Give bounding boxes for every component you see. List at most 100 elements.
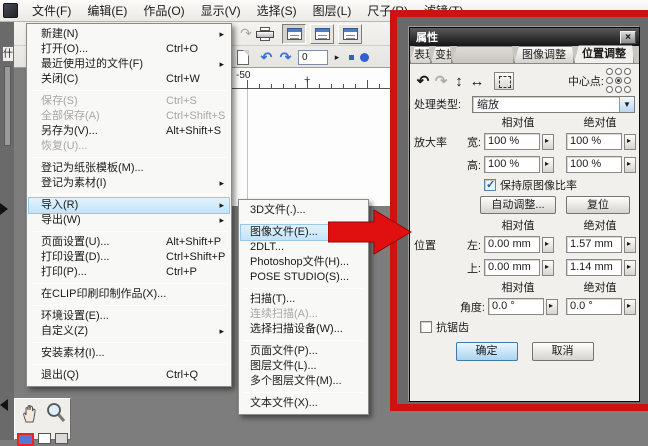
position-left-relative-input[interactable]: 0.00 mm bbox=[484, 236, 540, 253]
menu-item[interactable]: 恢复(U)... bbox=[29, 139, 229, 154]
center-point-radio[interactable] bbox=[615, 85, 622, 93]
center-point-radio[interactable] bbox=[624, 76, 631, 84]
menubar-item-file[interactable]: 文件(F) bbox=[24, 0, 79, 22]
redo-icon[interactable]: ↷ bbox=[236, 25, 256, 42]
auto-adjust-button[interactable]: 自动调整... bbox=[480, 196, 556, 214]
submenu-item[interactable]: 选择扫描设备(W)... bbox=[241, 322, 366, 337]
redo-blue-icon[interactable]: ↷ bbox=[276, 49, 295, 66]
canvas-area[interactable]: -50 + bbox=[228, 68, 392, 206]
center-point-radio[interactable] bbox=[624, 67, 631, 75]
menu-item[interactable]: 打开(O)... Ctrl+O bbox=[29, 42, 229, 57]
tab-image-adjust[interactable]: 图像调整 bbox=[514, 46, 574, 63]
antialias-checkbox[interactable] bbox=[420, 320, 432, 333]
submenu-item[interactable]: Photoshop文件(H)... bbox=[241, 255, 366, 270]
rotate-ccw-icon[interactable]: ↶ bbox=[414, 72, 432, 90]
menubar-item-layer[interactable]: 图层(L) bbox=[305, 0, 360, 22]
docked-palette-tab[interactable]: 什 bbox=[2, 46, 14, 62]
angle-relative-input[interactable]: 0.0 ° bbox=[488, 298, 544, 315]
position-left-absolute-input[interactable]: 1.57 mm bbox=[566, 236, 622, 253]
scale-height-relative-input[interactable]: 100 % bbox=[484, 156, 540, 173]
menu-item[interactable]: 登记为纸张模板(M)... bbox=[29, 161, 229, 176]
chevron-down-icon[interactable]: ▼ bbox=[619, 96, 634, 112]
brush-size-small-icon[interactable] bbox=[349, 55, 354, 60]
scale-width-absolute-input[interactable]: 100 % bbox=[566, 133, 622, 150]
menu-item[interactable]: 导入(R) bbox=[28, 197, 230, 214]
rotate-cw-icon[interactable]: ↷ bbox=[432, 72, 450, 90]
value-input[interactable]: 0 bbox=[298, 50, 328, 65]
reset-button[interactable]: 复位 bbox=[566, 196, 630, 214]
hand-tool-icon[interactable] bbox=[20, 404, 40, 424]
menu-item[interactable]: 自定义(Z) bbox=[29, 324, 229, 339]
center-point-radio[interactable] bbox=[624, 85, 631, 93]
submenu-item[interactable]: 扫描(T)... bbox=[241, 292, 366, 307]
submenu-item[interactable]: POSE STUDIO(S)... bbox=[241, 270, 366, 285]
menu-item[interactable]: 安装素材(I)... bbox=[29, 346, 229, 361]
menubar-item-select[interactable]: 选择(S) bbox=[249, 0, 305, 22]
menu-item[interactable]: 打印(P)... Ctrl+P bbox=[29, 265, 229, 280]
palette-collapse-arrow-icon[interactable] bbox=[0, 203, 8, 215]
scale-height-absolute-input[interactable]: 100 % bbox=[566, 156, 622, 173]
menu-item[interactable]: 打印设置(D)... Ctrl+Shift+P bbox=[29, 250, 229, 265]
position-left-absolute-slider-button[interactable] bbox=[624, 236, 636, 253]
menubar-item-view[interactable]: 显示(V) bbox=[193, 0, 249, 22]
ok-button[interactable]: 确定 bbox=[455, 341, 518, 361]
toggle-navigator-palette-button[interactable] bbox=[338, 23, 362, 44]
marquee-icon[interactable] bbox=[494, 72, 514, 90]
keep-ratio-checkbox[interactable] bbox=[484, 178, 496, 191]
submenu-item[interactable]: 页面文件(P)... bbox=[241, 344, 366, 359]
submenu-item[interactable]: 图层文件(L)... bbox=[241, 359, 366, 374]
flip-vertical-icon[interactable]: ↕ bbox=[450, 73, 468, 90]
menubar-item-story[interactable]: 作品(O) bbox=[135, 0, 192, 22]
flip-horizontal-icon[interactable]: ↔ bbox=[468, 73, 486, 90]
menu-item[interactable]: 登记为素材(I) bbox=[29, 176, 229, 191]
position-top-relative-input[interactable]: 0.00 mm bbox=[484, 259, 540, 276]
toggle-tools-palette-button[interactable] bbox=[282, 23, 306, 44]
angle-absolute-slider-button[interactable] bbox=[624, 298, 636, 315]
zoom-tool-icon[interactable] bbox=[46, 402, 66, 424]
position-top-absolute-slider-button[interactable] bbox=[624, 259, 636, 276]
process-type-select[interactable]: 缩放 ▼ bbox=[472, 95, 635, 113]
menu-item[interactable]: 最近使用过的文件(F) bbox=[29, 57, 229, 72]
scale-width-relative-input[interactable]: 100 % bbox=[484, 133, 540, 150]
angle-absolute-input[interactable]: 0.0 ° bbox=[566, 298, 622, 315]
tab-position-adjust[interactable]: 位置调整 bbox=[574, 45, 634, 63]
scale-width-relative-slider-button[interactable] bbox=[542, 133, 554, 150]
print-icon[interactable] bbox=[256, 26, 274, 41]
position-top-relative-slider-button[interactable] bbox=[542, 259, 554, 276]
submenu-item[interactable]: 文本文件(X)... bbox=[241, 396, 366, 411]
menu-item[interactable]: 退出(Q) Ctrl+Q bbox=[29, 368, 229, 383]
panel-title-bar[interactable]: 属性 × bbox=[410, 28, 639, 46]
menu-item[interactable]: 环境设置(E)... bbox=[29, 309, 229, 324]
menu-item[interactable]: 另存为(V)... Alt+Shift+S bbox=[29, 124, 229, 139]
center-point-radio[interactable] bbox=[606, 67, 613, 75]
transparent-color-swatch[interactable] bbox=[55, 433, 68, 444]
menu-item[interactable]: 页面设置(U)... Alt+Shift+P bbox=[29, 235, 229, 250]
brush-size-large-icon[interactable] bbox=[360, 53, 369, 62]
scale-width-absolute-slider-button[interactable] bbox=[624, 133, 636, 150]
menu-item[interactable]: 新建(N) bbox=[29, 27, 229, 42]
menu-item[interactable]: 全部保存(A) Ctrl+Shift+S bbox=[29, 109, 229, 124]
toggle-layers-palette-button[interactable] bbox=[310, 23, 334, 44]
center-point-radio-selected[interactable] bbox=[615, 76, 622, 84]
background-color-swatch[interactable] bbox=[38, 433, 51, 444]
center-point-radio[interactable] bbox=[606, 76, 613, 84]
menu-item[interactable]: 保存(S) Ctrl+S bbox=[29, 94, 229, 109]
palette-expand-arrow-icon[interactable] bbox=[0, 399, 8, 411]
close-icon[interactable]: × bbox=[620, 30, 636, 44]
palette-scrollbar[interactable] bbox=[4, 66, 11, 146]
center-point-radio[interactable] bbox=[606, 85, 613, 93]
submenu-item[interactable]: 多个图层文件(M)... bbox=[241, 374, 366, 389]
scale-height-relative-slider-button[interactable] bbox=[542, 156, 554, 173]
value-dropdown-arrow-icon[interactable]: ▸ bbox=[331, 52, 343, 63]
cancel-button[interactable]: 取消 bbox=[531, 341, 594, 361]
page-icon[interactable] bbox=[237, 50, 249, 65]
menu-item[interactable]: 导出(W) bbox=[29, 213, 229, 228]
undo-icon[interactable]: ↶ bbox=[257, 49, 276, 66]
menu-item[interactable]: 关闭(C) Ctrl+W bbox=[29, 72, 229, 87]
tab-expression[interactable]: 表现 bbox=[410, 46, 431, 63]
submenu-item[interactable]: 连续扫描(A)... bbox=[241, 307, 366, 322]
position-left-relative-slider-button[interactable] bbox=[542, 236, 554, 253]
center-point-radio[interactable] bbox=[615, 67, 622, 75]
menu-item[interactable]: 在CLIP印刷印制作品(X)... bbox=[29, 287, 229, 302]
position-top-absolute-input[interactable]: 1.14 mm bbox=[566, 259, 622, 276]
